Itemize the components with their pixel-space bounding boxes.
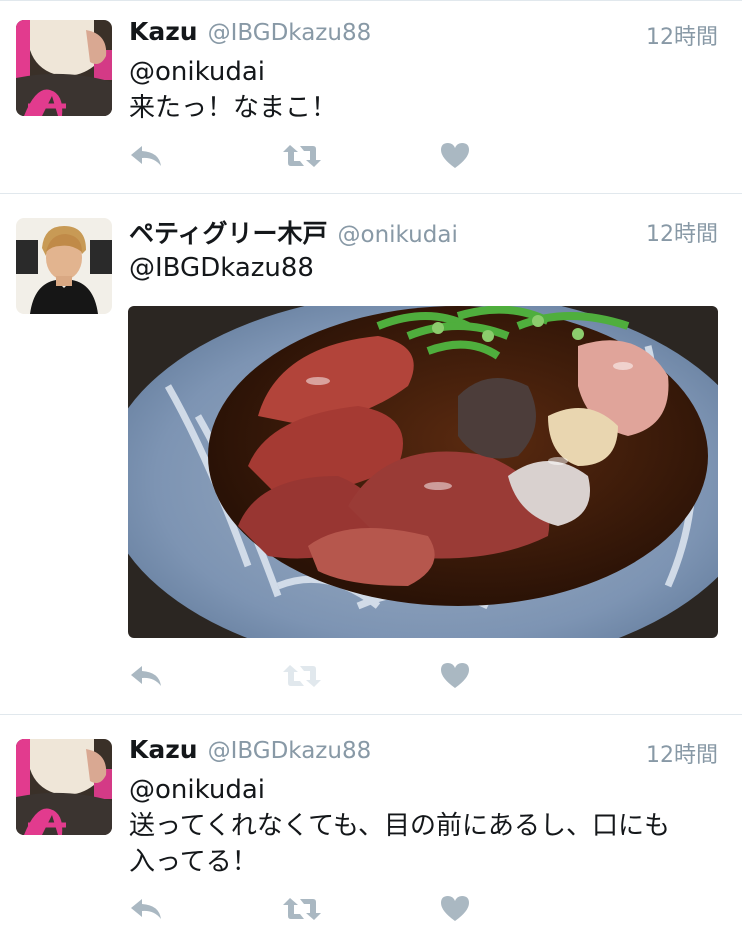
reply-mention[interactable]: @onikudai [129, 54, 720, 90]
tweet[interactable]: Kazu @IBGDkazu88 12時間 @onikudai 送ってくれなくても… [0, 715, 742, 947]
user-handle[interactable]: @IBGDkazu88 [208, 738, 372, 764]
avatar[interactable] [16, 20, 112, 116]
display-name[interactable]: ペティグリー木戸 [129, 219, 328, 248]
retweet-button[interactable] [282, 895, 322, 927]
tweet-body: 来たっ！なまこ！ [129, 93, 338, 123]
tweet[interactable]: Kazu @IBGDkazu88 12時間 @onikudai 来たっ！なまこ！ [0, 0, 742, 193]
tweet-actions [128, 142, 488, 174]
heart-icon [441, 663, 469, 688]
like-button[interactable] [440, 142, 480, 174]
tweet-body-line: 入ってる！ [129, 847, 258, 877]
tweet-actions [128, 895, 488, 927]
timestamp[interactable]: 12時間 [646, 216, 718, 248]
retweet-button[interactable] [282, 662, 322, 694]
like-button[interactable] [440, 895, 480, 927]
tweet-text: @onikudai 送ってくれなくても、目の前にあるし、口にも 入ってる！ [129, 772, 720, 880]
reply-button[interactable] [128, 142, 168, 174]
timestamp[interactable]: 12時間 [646, 19, 718, 51]
tweet-header: Kazu @IBGDkazu88 12時間 [129, 17, 718, 51]
tweet[interactable]: ペティグリー木戸 @onikudai 12時間 @IBGDkazu88 [0, 194, 742, 714]
reply-icon [131, 899, 161, 919]
user-handle[interactable]: @IBGDkazu88 [208, 20, 372, 46]
tweet-header: Kazu @IBGDkazu88 12時間 [129, 735, 718, 769]
retweet-icon [283, 898, 321, 920]
tweet-actions [128, 662, 488, 694]
tweet-text: @onikudai 来たっ！なまこ！ [129, 54, 720, 126]
tweet-body-line: 送ってくれなくても、目の前にあるし、口にも [129, 811, 671, 841]
reply-icon [131, 666, 161, 686]
reply-icon [131, 146, 161, 166]
avatar[interactable] [16, 739, 112, 835]
tweet-header: ペティグリー木戸 @onikudai 12時間 [129, 214, 718, 248]
reply-button[interactable] [128, 895, 168, 927]
avatar[interactable] [16, 218, 112, 314]
like-button[interactable] [440, 662, 480, 694]
heart-icon [441, 896, 469, 921]
reply-button[interactable] [128, 662, 168, 694]
heart-icon [441, 143, 469, 168]
timestamp[interactable]: 12時間 [646, 737, 718, 769]
reply-mention[interactable]: @IBGDkazu88 [129, 250, 720, 286]
display-name[interactable]: Kazu [129, 17, 198, 46]
retweet-icon [283, 665, 321, 687]
user-handle[interactable]: @onikudai [338, 222, 458, 248]
tweet-photo[interactable] [128, 306, 718, 638]
reply-mention[interactable]: @onikudai [129, 772, 720, 808]
retweet-icon [283, 145, 321, 167]
retweet-button[interactable] [282, 142, 322, 174]
tweet-text: @IBGDkazu88 [129, 250, 720, 286]
display-name[interactable]: Kazu [129, 735, 198, 764]
